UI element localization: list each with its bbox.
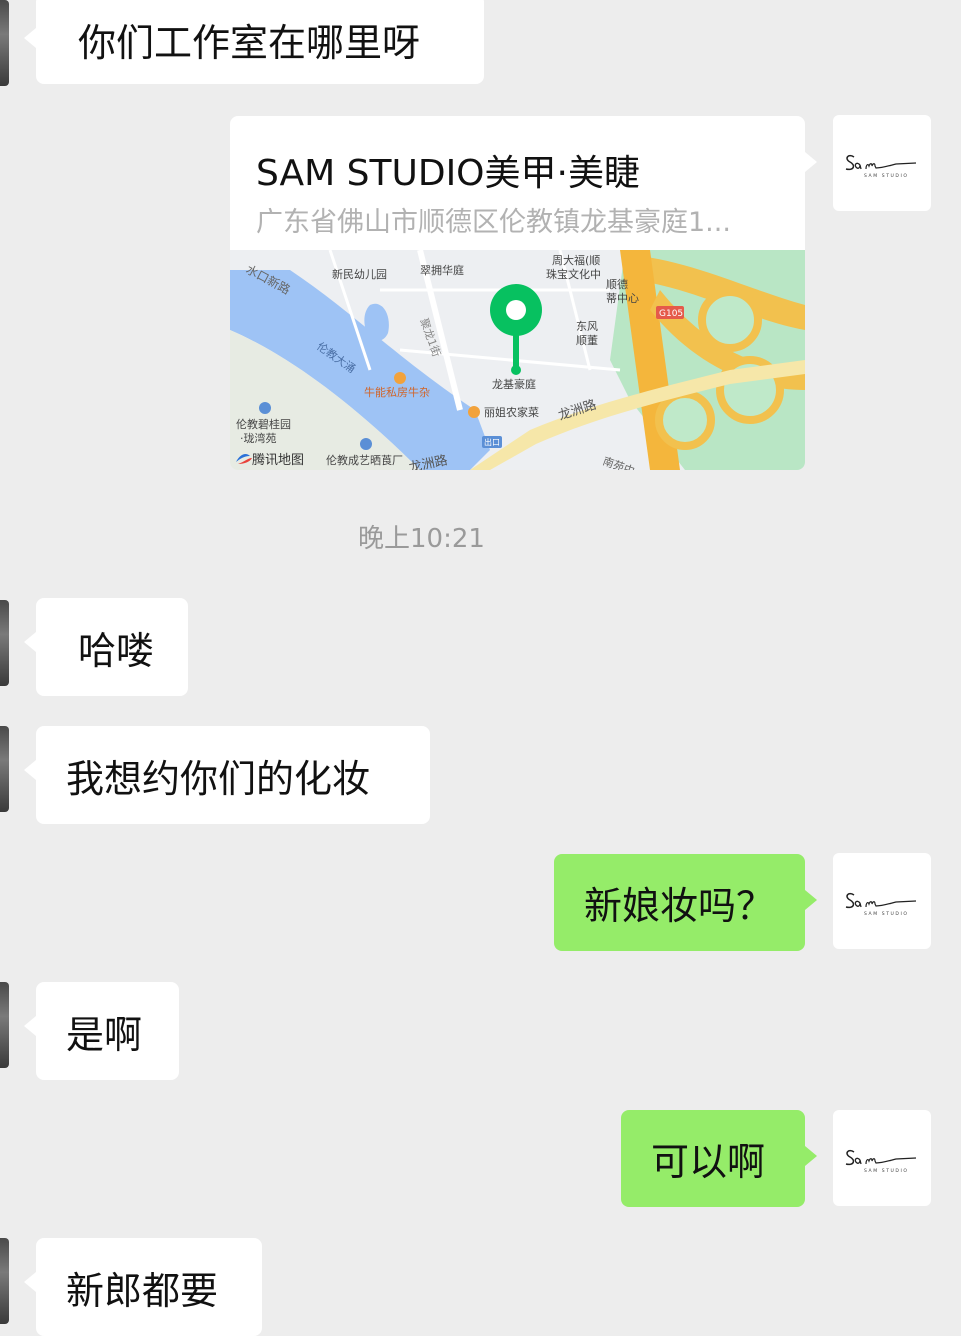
- my-avatar[interactable]: SAM STUDIO: [833, 853, 931, 949]
- contact-avatar[interactable]: [0, 982, 9, 1068]
- message-bubble-incoming[interactable]: 你们工作室在哪里呀: [24, 0, 484, 84]
- logo-subtext: SAM STUDIO: [864, 173, 909, 179]
- message-text: 哈喽: [78, 628, 155, 673]
- logo-subtext: SAM STUDIO: [864, 911, 909, 917]
- map-label: 伦教成艺晒莨厂: [326, 453, 403, 467]
- map-label: 新民幼儿园: [332, 267, 387, 281]
- map-thumbnail[interactable]: 水口新路 新民幼儿园 翠拥华庭 周大福(顺 珠宝文化中 顺德 蒂中心 G105 …: [230, 250, 805, 470]
- message-bubble-incoming[interactable]: 新郎都要: [24, 1238, 262, 1336]
- map-label: 伦教碧桂园: [236, 417, 291, 431]
- my-avatar[interactable]: SAM STUDIO: [833, 115, 931, 211]
- contact-avatar[interactable]: [0, 0, 9, 86]
- map-label: 顺董: [576, 334, 598, 347]
- location-address: 广东省佛山市顺德区伦教镇龙基豪庭1...: [256, 207, 731, 238]
- message-bubble-incoming[interactable]: 哈喽: [24, 598, 188, 696]
- location-title: SAM STUDIO美甲·美睫: [256, 153, 640, 194]
- map-label: 龙基豪庭: [492, 377, 536, 391]
- map-label: 牛能私房牛杂: [364, 385, 430, 399]
- map-label: G105: [659, 309, 683, 319]
- message-timestamp: 晚上10:21: [358, 524, 485, 554]
- map-label: 东风: [576, 320, 598, 333]
- map-label: 翠拥华庭: [420, 263, 464, 277]
- sam-studio-logo-icon: SAM STUDIO: [845, 154, 917, 179]
- contact-avatar[interactable]: [0, 726, 9, 812]
- message-text: 可以啊: [651, 1140, 766, 1184]
- message-text: 新娘妆吗？: [584, 884, 775, 928]
- my-avatar[interactable]: SAM STUDIO: [833, 1110, 931, 1206]
- map-label: 蒂中心: [606, 292, 639, 305]
- map-label: 顺德: [606, 277, 628, 291]
- map-label: ·珑湾苑: [240, 431, 277, 445]
- sam-studio-logo-icon: SAM STUDIO: [845, 892, 917, 917]
- map-label: 丽姐农家菜: [484, 405, 539, 419]
- map-label: 周大福(顺: [552, 253, 600, 267]
- message-bubble-outgoing[interactable]: 新娘妆吗？: [554, 854, 817, 951]
- message-text: 你们工作室在哪里呀: [78, 20, 421, 65]
- message-text: 是啊: [66, 1012, 143, 1057]
- message-bubble-incoming[interactable]: 是啊: [24, 982, 179, 1080]
- message-bubble-outgoing[interactable]: 可以啊: [621, 1110, 817, 1207]
- contact-avatar[interactable]: [0, 1238, 9, 1324]
- map-label: 出口: [484, 437, 500, 447]
- contact-avatar[interactable]: [0, 600, 9, 686]
- map-label: 珠宝文化中: [546, 267, 601, 281]
- message-bubble-incoming[interactable]: 我想约你们的化妆: [24, 726, 430, 824]
- message-text: 我想约你们的化妆: [66, 756, 371, 801]
- location-message-card[interactable]: SAM STUDIO美甲·美睫 广东省佛山市顺德区伦教镇龙基豪庭1... 水口新…: [230, 116, 817, 470]
- message-text: 新郎都要: [66, 1268, 219, 1313]
- sam-studio-logo-icon: SAM STUDIO: [845, 1149, 917, 1174]
- map-provider-label: 腾讯地图: [252, 452, 304, 468]
- logo-subtext: SAM STUDIO: [864, 1168, 909, 1174]
